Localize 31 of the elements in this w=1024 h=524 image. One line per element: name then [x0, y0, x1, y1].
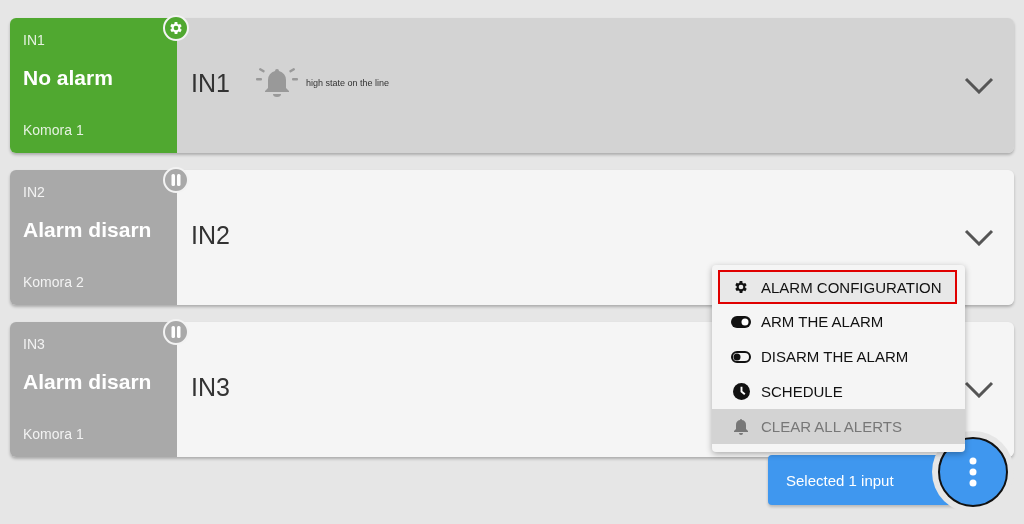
input-row[interactable]: IN1 high state on the line [177, 18, 1014, 153]
zone-label: Komora 1 [23, 122, 85, 138]
input-code: IN1 [23, 32, 46, 48]
gear-icon [733, 279, 749, 295]
input-name: IN3 [191, 372, 230, 402]
settings-badge[interactable] [163, 15, 189, 41]
alarm-status: Alarm disarn [23, 218, 153, 242]
menu-item[interactable]: ALARM CONFIGURATION [718, 270, 957, 304]
toggle-off-icon [731, 350, 751, 363]
input-code: IN3 [23, 336, 46, 352]
ringing-bell-icon [255, 66, 298, 100]
chevron-down-icon[interactable] [964, 381, 994, 398]
pause-icon [169, 325, 183, 339]
menu-item[interactable]: DISARM THE ALARM [712, 339, 965, 374]
alarm-status: No alarm [23, 66, 114, 90]
pause-icon [169, 173, 183, 187]
input-name: IN1 [191, 68, 230, 98]
alert-description: high state on the line [305, 78, 389, 88]
zone-label: Komora 2 [23, 274, 85, 290]
clock-icon [732, 383, 750, 400]
menu-item[interactable]: SCHEDULE [712, 374, 965, 409]
gear-icon [168, 20, 184, 36]
bell-icon [733, 418, 749, 435]
toggle-on-icon [731, 315, 751, 328]
input-code: IN2 [23, 184, 46, 200]
chevron-down-icon[interactable] [964, 229, 994, 246]
input-name: IN2 [191, 220, 230, 250]
alarm-status: Alarm disarn [23, 370, 153, 394]
zone-label: Komora 1 [23, 426, 85, 442]
chevron-down-icon[interactable] [964, 77, 994, 94]
more-vertical-icon [969, 457, 977, 487]
